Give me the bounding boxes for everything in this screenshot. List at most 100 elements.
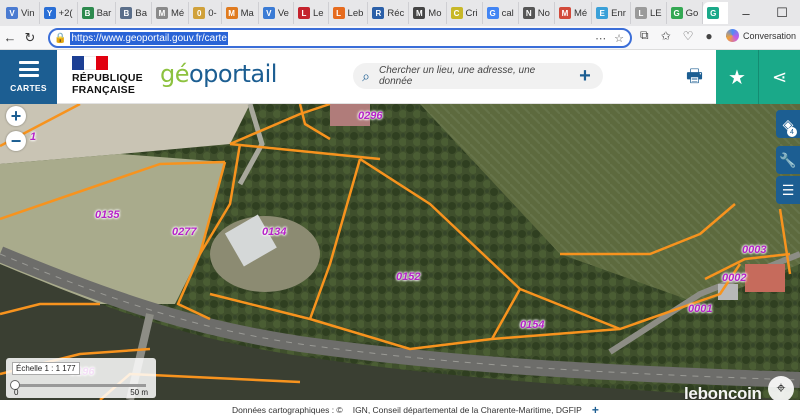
- tab-favicon-icon: V: [6, 7, 18, 19]
- wrench-icon: 🔧: [779, 151, 797, 168]
- browser-tab[interactable]: M Mé: [152, 2, 190, 24]
- url-field[interactable]: 🔒 https://www.geoportail.gouv.fr/carte ⋯…: [48, 28, 632, 48]
- browser-tab[interactable]: N No: [519, 2, 555, 24]
- extensions-icon[interactable]: ⧉: [640, 28, 649, 43]
- cartes-menu-button[interactable]: CARTES: [0, 50, 57, 104]
- maximize-icon[interactable]: ☐: [764, 5, 800, 21]
- more-icon[interactable]: ⋯: [595, 32, 606, 45]
- legend-button[interactable]: ☰: [776, 176, 800, 204]
- browser-tab[interactable]: V Ve: [259, 2, 294, 24]
- parcel-label: 0003: [742, 244, 767, 256]
- browser-tab[interactable]: E Enr: [592, 2, 631, 24]
- parcel-label: 0296: [358, 110, 383, 122]
- browser-tab[interactable]: M Ma: [222, 2, 259, 24]
- geoportail-header: CARTES RÉPUBLIQUE FRANÇAISE géoportail ⌕…: [0, 50, 800, 104]
- aerial-map[interactable]: 0296 0135 0277 0134 0152 0154 0003 0002 …: [0, 104, 800, 400]
- tab-label: Mé: [170, 7, 185, 19]
- geolocate-button[interactable]: ⌖: [768, 376, 794, 400]
- favorite-star-button[interactable]: ★: [716, 50, 758, 104]
- credits-sources: IGN, Conseil départemental de la Charent…: [352, 405, 582, 415]
- search-bar[interactable]: ⌕ Chercher un lieu, une adresse, une don…: [353, 63, 603, 89]
- print-icon[interactable]: 🖶: [686, 64, 703, 94]
- share-button[interactable]: ⋖: [758, 50, 800, 104]
- url-text[interactable]: https://www.geoportail.gouv.fr/carte: [70, 31, 228, 45]
- tab-label: Ba: [135, 7, 147, 19]
- reload-icon[interactable]: ↻: [20, 30, 40, 46]
- marianne-flag-icon: [72, 56, 108, 70]
- tab-favicon-icon: G: [707, 7, 720, 19]
- favorites-icon[interactable]: ✩: [661, 29, 671, 43]
- tab-favicon-icon: G: [670, 7, 683, 19]
- map-credits-footer: Données cartographiques : © IGN, Conseil…: [0, 400, 800, 420]
- tab-label: Vin: [21, 7, 35, 19]
- tab-label: Go: [685, 7, 699, 19]
- tab-favicon-icon: M: [413, 7, 426, 19]
- scale-label[interactable]: Échelle 1 : 1 177: [12, 362, 80, 375]
- browser-tab[interactable]: M Mé: [555, 2, 593, 24]
- tab-favicon-icon: M: [155, 7, 168, 19]
- tab-label: Le: [312, 7, 324, 19]
- conversation-label: Conversation: [742, 30, 796, 41]
- advanced-search-plus-icon[interactable]: +: [567, 63, 603, 89]
- browser-tab[interactable]: M Mo: [409, 2, 447, 24]
- browser-tab[interactable]: Gcal: [483, 2, 519, 24]
- browser-tab[interactable]: L LE: [631, 2, 667, 24]
- republique-francaise-logo[interactable]: RÉPUBLIQUE FRANÇAISE: [72, 72, 143, 96]
- plus-icon: +: [10, 105, 22, 126]
- crosshair-icon: ⌖: [776, 380, 786, 397]
- copilot-conversation-button[interactable]: Conversation: [725, 29, 796, 42]
- browser-tab[interactable]: C Cri: [447, 2, 483, 24]
- tab-label: +2(: [58, 7, 73, 19]
- tab-favicon-icon: C: [450, 7, 463, 19]
- tools-button[interactable]: 🔧: [776, 146, 800, 174]
- tab-label: LE: [649, 7, 662, 19]
- tab-label: Ma: [240, 7, 254, 19]
- menu-label: CARTES: [10, 83, 47, 93]
- tab-label: Réc: [387, 7, 405, 19]
- layers-button[interactable]: ◈ 4: [776, 110, 800, 138]
- browser-tab[interactable]: L Le: [294, 2, 329, 24]
- tab-favicon-icon: Y: [43, 7, 56, 19]
- browser-tab[interactable]: Y +2(: [40, 2, 78, 24]
- scale-min-label: 0: [14, 388, 19, 397]
- browser-tab[interactable]: L Leb: [329, 2, 369, 24]
- window-controls: – ☐: [728, 0, 800, 26]
- tab-label: Mo: [428, 7, 442, 19]
- browser-tab[interactable]: G Go: [667, 2, 704, 24]
- bookmark-star-icon[interactable]: ☆: [614, 32, 624, 45]
- tab-label: cal: [501, 7, 514, 19]
- tab-favicon-icon: G: [486, 7, 499, 19]
- zoom-out-button[interactable]: −: [6, 131, 26, 151]
- credits-more-button[interactable]: +: [592, 403, 599, 417]
- logo-part-ge: gé: [160, 60, 190, 88]
- list-icon: ☰: [781, 181, 795, 198]
- geoportail-logo[interactable]: géoportail: [160, 60, 277, 88]
- profile-avatar-icon[interactable]: ●: [705, 29, 712, 43]
- copilot-icon: [725, 29, 739, 42]
- tab-favicon-icon: V: [262, 7, 275, 19]
- tab-label: Mé: [573, 7, 588, 19]
- browser-tab[interactable]: V Vin: [2, 2, 40, 24]
- minimize-icon[interactable]: –: [728, 6, 764, 21]
- tab-label: Ve: [277, 7, 289, 19]
- parcel-label: 0002: [722, 272, 747, 284]
- browser-tab[interactable]: 0 0-: [189, 2, 222, 24]
- tab-label: 0-: [208, 7, 217, 19]
- browser-tab[interactable]: R Réc: [368, 2, 410, 24]
- health-icon[interactable]: ♡: [683, 29, 694, 43]
- tab-favicon-icon: N: [522, 7, 535, 19]
- back-arrow-icon[interactable]: ←: [0, 30, 20, 45]
- parcel-label: 0154: [520, 319, 545, 331]
- browser-tab[interactable]: B Bar: [78, 2, 117, 24]
- search-input[interactable]: Chercher un lieu, une adresse, une donné…: [379, 65, 567, 87]
- scale-widget: Échelle 1 : 1 177 0 50 m: [6, 358, 156, 398]
- lock-icon: 🔒: [54, 32, 67, 44]
- tab-favicon-icon: B: [81, 7, 94, 19]
- parcel-label: 0152: [396, 271, 421, 283]
- tab-label: Bar: [96, 7, 112, 19]
- zoom-in-button[interactable]: +: [6, 106, 26, 126]
- logo-part-oportail: oportail: [189, 60, 277, 88]
- star-icon: ★: [728, 66, 746, 89]
- browser-tab[interactable]: B Ba: [116, 2, 152, 24]
- search-icon[interactable]: ⌕: [353, 68, 379, 85]
